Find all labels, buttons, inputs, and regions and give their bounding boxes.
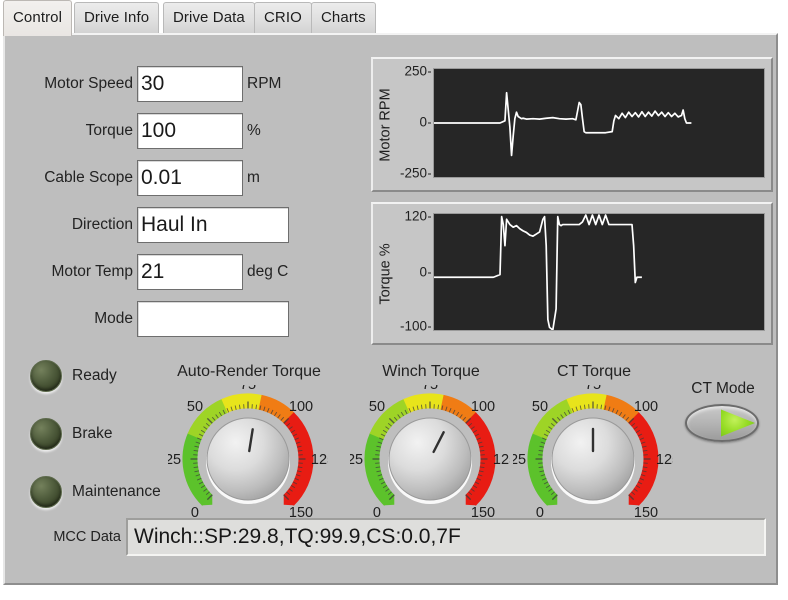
svg-text:100: 100 (289, 399, 313, 415)
motor-speed-label: Motor Speed (44, 75, 133, 92)
indicator-maintenance[interactable]: Maintenance (30, 476, 161, 508)
winch-torque-dial[interactable]: 0255075100125150 (350, 385, 510, 533)
svg-text:50: 50 (187, 399, 203, 415)
indicator-ready[interactable]: Ready (30, 360, 117, 392)
svg-text:125: 125 (493, 452, 510, 468)
svg-text:100: 100 (471, 399, 495, 415)
mcc-data-label: MCC Data (53, 529, 121, 545)
indicator-brake[interactable]: Brake (30, 418, 113, 450)
mode-input[interactable] (137, 301, 289, 337)
direction-label: Direction (71, 216, 133, 233)
cable-scope-label: Cable Scope (44, 169, 133, 186)
chart-motor-rpm-trace (434, 91, 692, 157)
field-direction: Direction Haul In (33, 207, 293, 243)
svg-text:25: 25 (350, 452, 363, 468)
torque-input[interactable]: 100 (137, 113, 243, 149)
winch-torque-label: Winch Torque (382, 363, 480, 380)
mcc-data-row: MCC Data Winch::SP:29.8,TQ:99.9,CS:0.0,7… (35, 518, 766, 556)
chart-torque-percent: Torque % 120 0 -100 (371, 202, 773, 345)
ready-label: Ready (72, 367, 117, 384)
knob-auto-render-torque[interactable]: Auto-Render Torque 0255075100125150 (168, 363, 330, 535)
chart-motor-rpm-ylabel: Motor RPM (375, 59, 397, 190)
motor-temp-input[interactable]: 21 (137, 254, 243, 290)
motor-speed-unit: RPM (247, 75, 282, 92)
motor-speed-input[interactable]: 30 (137, 66, 243, 102)
ct-mode-label: CT Mode (691, 380, 755, 397)
motor-temp-unit: deg C (247, 263, 289, 280)
knob-ct-torque[interactable]: CT Torque 0255075100125150 (513, 363, 675, 535)
chart-motor-rpm: Motor RPM 250 0 -250 (371, 57, 773, 192)
application-window: Control Drive Info Drive Data CRIO Chart… (0, 0, 788, 600)
knob-winch-torque[interactable]: Winch Torque 0255075100125150 (350, 363, 512, 535)
chart-torque-ytick-120: 120 (404, 208, 431, 224)
maintenance-label: Maintenance (72, 483, 161, 500)
chart-motor-rpm-ytick-250: 250 (404, 63, 431, 79)
chart-motor-rpm-plot[interactable] (433, 68, 765, 178)
auto-render-torque-label: Auto-Render Torque (177, 363, 321, 380)
svg-text:75: 75 (422, 385, 438, 393)
torque-label: Torque (85, 122, 133, 139)
mode-label: Mode (94, 310, 133, 327)
svg-text:75: 75 (240, 385, 256, 393)
chart-torque-ylabel-text: Torque % (378, 242, 395, 305)
tab-drive-data[interactable]: Drive Data (163, 2, 255, 34)
ready-led-icon (30, 360, 62, 392)
maintenance-led-icon (30, 476, 62, 508)
brake-led-icon (30, 418, 62, 450)
field-motor-temp: Motor Temp 21 deg C (33, 254, 288, 290)
chart-motor-rpm-yaxis: 250 0 -250 (395, 59, 432, 190)
chart-torque-ytick-n100: -100 (399, 318, 432, 334)
control-panel: Motor Speed 30 RPM Torque 100 % Cable Sc… (3, 33, 778, 585)
svg-text:125: 125 (656, 452, 673, 468)
tab-control[interactable]: Control (3, 0, 73, 36)
field-cable-scope: Cable Scope 0.01 m (33, 160, 260, 196)
svg-text:25: 25 (513, 452, 526, 468)
svg-text:100: 100 (634, 399, 658, 415)
chart-motor-rpm-ytick-n250: -250 (399, 165, 432, 181)
ct-torque-dial[interactable]: 0255075100125150 (513, 385, 673, 533)
field-motor-speed: Motor Speed 30 RPM (33, 66, 281, 102)
svg-text:50: 50 (532, 399, 548, 415)
ct-mode-on-indicator-icon (721, 409, 755, 437)
motor-temp-label: Motor Temp (51, 263, 133, 280)
svg-text:25: 25 (168, 452, 181, 468)
tab-bar: Control Drive Info Drive Data CRIO Chart… (0, 0, 788, 36)
tab-drive-info[interactable]: Drive Info (74, 2, 160, 34)
field-mode: Mode (33, 301, 293, 337)
chart-torque-ytick-0: 0 (419, 264, 431, 280)
svg-text:125: 125 (311, 452, 328, 468)
field-torque: Torque 100 % (33, 113, 261, 149)
auto-render-torque-dial[interactable]: 0255075100125150 (168, 385, 328, 533)
tab-crio[interactable]: CRIO (254, 2, 312, 34)
chart-motor-rpm-ytick-0: 0 (419, 114, 431, 130)
chart-torque-plot[interactable] (433, 213, 765, 331)
direction-input[interactable]: Haul In (137, 207, 289, 243)
cable-scope-unit: m (247, 169, 260, 186)
chart-torque-ylabel: Torque % (375, 204, 397, 343)
tab-charts[interactable]: Charts (311, 2, 376, 34)
ct-torque-label: CT Torque (556, 363, 632, 380)
chart-torque-yaxis: 120 0 -100 (395, 204, 432, 343)
brake-label: Brake (72, 425, 113, 442)
svg-text:75: 75 (585, 385, 601, 393)
cable-scope-input[interactable]: 0.01 (137, 160, 243, 196)
mcc-data-field[interactable]: Winch::SP:29.8,TQ:99.9,CS:0.0,7F (126, 518, 766, 556)
ct-mode-toggle[interactable] (685, 404, 759, 442)
chart-motor-rpm-ylabel-text: Motor RPM (378, 87, 395, 162)
chart-torque-trace (434, 214, 642, 330)
ct-mode-control[interactable]: CT Mode (681, 380, 765, 450)
torque-unit: % (247, 122, 261, 139)
svg-text:50: 50 (369, 399, 385, 415)
